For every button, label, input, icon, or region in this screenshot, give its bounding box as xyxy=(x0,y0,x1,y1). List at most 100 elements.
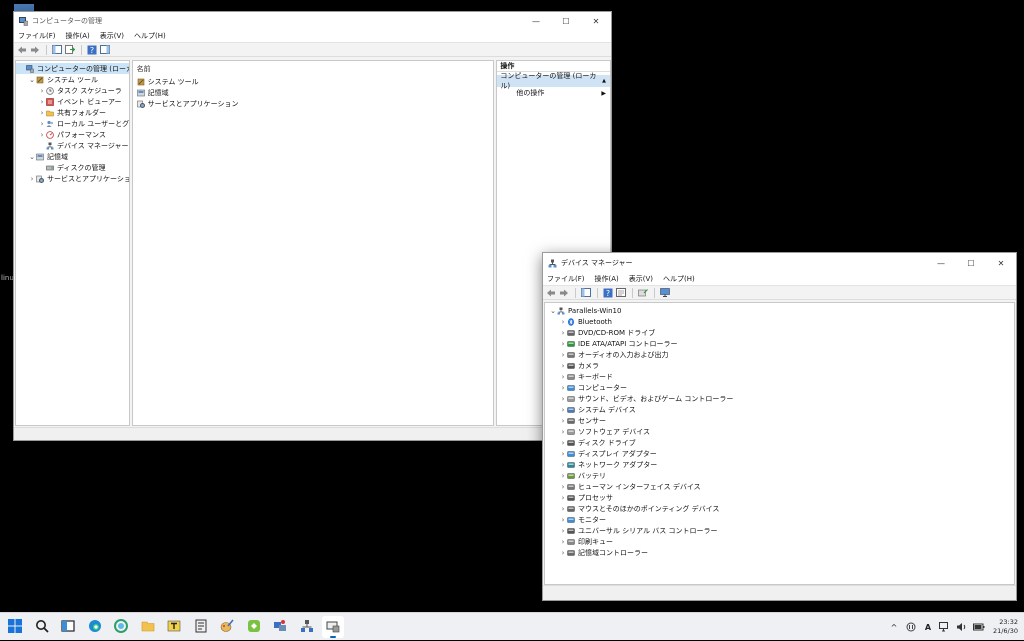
expand-chevron-icon[interactable]: › xyxy=(38,120,46,128)
app-t-button[interactable] xyxy=(163,616,185,638)
menu-help[interactable]: ヘルプ(H) xyxy=(662,274,696,284)
device-category[interactable]: › ユニバーサル シリアル バス コントローラー xyxy=(549,525,1014,536)
expand-chevron-icon[interactable]: › xyxy=(559,494,567,502)
battery-icon[interactable] xyxy=(972,623,985,631)
expand-chevron-icon[interactable]: › xyxy=(559,428,567,436)
expand-chevron-icon[interactable]: › xyxy=(559,318,567,326)
expand-chevron-icon[interactable]: › xyxy=(559,450,567,458)
tree-node[interactable]: › イベント ビューアー xyxy=(16,96,129,107)
expand-chevron-icon[interactable]: › xyxy=(559,472,567,480)
expand-chevron-icon[interactable]: › xyxy=(559,527,567,535)
expand-chevron-icon[interactable]: › xyxy=(559,505,567,513)
list-item[interactable]: 記憶域 xyxy=(136,87,490,98)
tree-node[interactable]: › 共有フォルダー xyxy=(16,107,129,118)
close-button[interactable]: ✕ xyxy=(986,253,1016,273)
computer-management-window[interactable]: コンピューターの管理 — ☐ ✕ ファイル(F) 操作(A) 表示(V) ヘルプ… xyxy=(13,11,612,441)
device-manager-taskbar-button[interactable] xyxy=(296,616,318,638)
device-category[interactable]: › IDE ATA/ATAPI コントローラー xyxy=(549,338,1014,349)
expand-chevron-icon[interactable]: › xyxy=(559,516,567,524)
list-item[interactable]: サービスとアプリケーション xyxy=(136,98,490,109)
expand-chevron-icon[interactable]: › xyxy=(559,483,567,491)
expand-chevron-icon[interactable]: › xyxy=(559,329,567,337)
expand-chevron-icon[interactable]: › xyxy=(559,406,567,414)
actions-section-header[interactable]: コンピューターの管理 (ローカル) ▲ xyxy=(497,72,610,90)
app-green-button[interactable] xyxy=(243,616,265,638)
device-category[interactable]: › ディスプレイ アダプター xyxy=(549,448,1014,459)
menu-help[interactable]: ヘルプ(H) xyxy=(133,31,167,41)
file-explorer-button[interactable] xyxy=(137,616,159,638)
menu-view[interactable]: 表示(V) xyxy=(99,31,125,41)
minimize-button[interactable]: — xyxy=(926,253,956,273)
device-tree-root[interactable]: ⌄ Parallels-Win10 xyxy=(549,305,1014,316)
edge-beta-button[interactable] xyxy=(110,616,132,638)
expand-chevron-icon[interactable]: › xyxy=(38,109,46,117)
start-button[interactable] xyxy=(4,616,26,638)
minimize-button[interactable]: — xyxy=(521,12,551,30)
expand-chevron-icon[interactable]: › xyxy=(559,538,567,546)
tree-node[interactable]: › パフォーマンス xyxy=(16,129,129,140)
device-category[interactable]: › DVD/CD-ROM ドライブ xyxy=(549,327,1014,338)
expand-chevron-icon[interactable]: › xyxy=(559,384,567,392)
device-category[interactable]: › キーボード xyxy=(549,371,1014,382)
export-list-icon[interactable] xyxy=(64,44,75,55)
device-category[interactable]: › ヒューマン インターフェイス デバイス xyxy=(549,481,1014,492)
computer-management-taskbar-button[interactable] xyxy=(322,615,344,638)
tree-node[interactable]: › サービスとアプリケーション xyxy=(16,173,129,184)
expand-chevron-icon[interactable]: › xyxy=(559,395,567,403)
expand-chevron-icon[interactable]: › xyxy=(559,340,567,348)
scan-hardware-icon[interactable] xyxy=(659,287,670,298)
help-icon[interactable]: ? xyxy=(86,44,97,55)
help-icon[interactable]: ? xyxy=(602,287,613,298)
device-category[interactable]: › オーディオの入力および出力 xyxy=(549,349,1014,360)
show-hide-console-tree-icon[interactable] xyxy=(580,287,591,298)
list-item[interactable]: システム ツール xyxy=(137,76,490,87)
expand-chevron-icon[interactable]: › xyxy=(559,461,567,469)
device-category[interactable]: › バッテリ xyxy=(549,470,1014,481)
device-category[interactable]: › サウンド、ビデオ、およびゲーム コントローラー xyxy=(549,393,1014,404)
device-category[interactable]: › コンピューター xyxy=(549,382,1014,393)
menu-file[interactable]: ファイル(F) xyxy=(17,31,57,41)
forward-arrow-icon[interactable] xyxy=(558,287,569,298)
expand-chevron-icon[interactable]: › xyxy=(559,373,567,381)
network-icon[interactable] xyxy=(939,622,951,632)
expand-chevron-icon[interactable]: › xyxy=(559,417,567,425)
device-category[interactable]: › システム デバイス xyxy=(549,404,1014,415)
title-bar[interactable]: コンピューターの管理 — ☐ ✕ xyxy=(14,12,611,30)
tree-node[interactable]: コンピューターの管理 (ローカル) xyxy=(16,63,129,74)
tree-node[interactable]: › タスク スケジューラ xyxy=(16,85,129,96)
tray-chevron-icon[interactable]: ^ xyxy=(888,623,900,632)
users-app-button[interactable] xyxy=(269,616,291,638)
column-header-name[interactable]: 名前 xyxy=(137,64,490,76)
show-action-pane-icon[interactable] xyxy=(99,44,110,55)
device-category[interactable]: › ディスク ドライブ xyxy=(549,437,1014,448)
parallels-tray-icon[interactable] xyxy=(905,622,917,632)
search-button[interactable] xyxy=(31,616,53,638)
expand-chevron-icon[interactable]: › xyxy=(38,131,46,139)
tree-node[interactable]: デバイス マネージャー xyxy=(16,140,129,151)
maximize-button[interactable]: ☐ xyxy=(551,12,581,30)
device-category[interactable]: › 印刷キュー xyxy=(549,536,1014,547)
back-arrow-icon[interactable] xyxy=(545,287,556,298)
maximize-button[interactable]: ☐ xyxy=(956,253,986,273)
device-category[interactable]: › プロセッサ xyxy=(549,492,1014,503)
show-hide-tree-icon[interactable] xyxy=(51,44,62,55)
menu-view[interactable]: 表示(V) xyxy=(628,274,654,284)
tree-node[interactable]: ⌄ システム ツール xyxy=(16,74,129,85)
title-bar[interactable]: デバイス マネージャー — ☐ ✕ xyxy=(543,253,1016,273)
device-category[interactable]: › ネットワーク アダプター xyxy=(549,459,1014,470)
device-manager-window[interactable]: デバイス マネージャー — ☐ ✕ ファイル(F) 操作(A) 表示(V) ヘル… xyxy=(542,252,1017,601)
task-view-button[interactable] xyxy=(57,616,79,638)
tree-node[interactable]: ⌄ 記憶域 xyxy=(16,151,129,162)
device-category[interactable]: › モニター xyxy=(549,514,1014,525)
device-category[interactable]: › 記憶域コントローラー xyxy=(549,547,1014,558)
menu-action[interactable]: 操作(A) xyxy=(594,274,620,284)
expand-chevron-icon[interactable]: › xyxy=(28,175,36,183)
edge-button[interactable] xyxy=(84,616,106,638)
menu-action[interactable]: 操作(A) xyxy=(65,31,91,41)
expand-chevron-icon[interactable]: › xyxy=(38,98,46,106)
expand-chevron-icon[interactable]: › xyxy=(559,549,567,557)
back-arrow-icon[interactable] xyxy=(16,44,27,55)
device-category[interactable]: › ソフトウェア デバイス xyxy=(549,426,1014,437)
expand-chevron-icon[interactable]: › xyxy=(559,351,567,359)
expand-chevron-icon[interactable]: › xyxy=(559,362,567,370)
